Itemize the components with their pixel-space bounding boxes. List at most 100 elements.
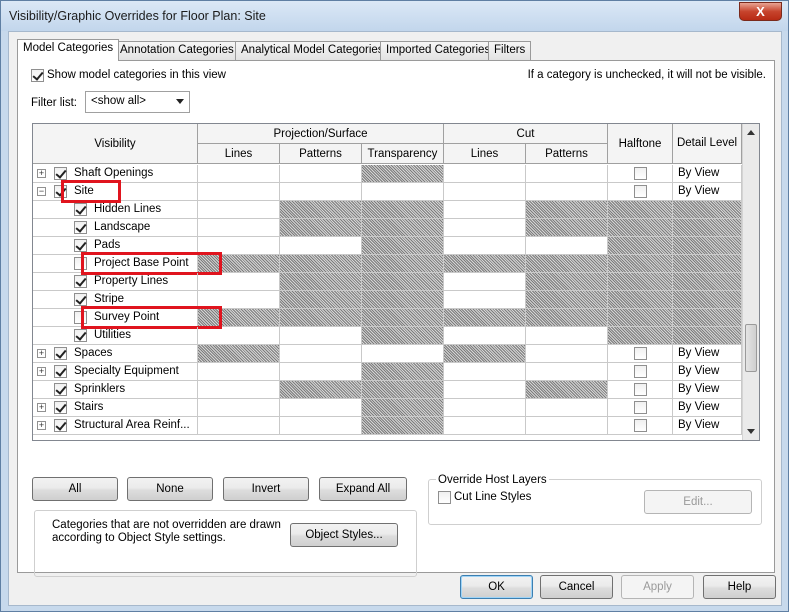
override-cell[interactable] — [444, 363, 526, 381]
override-cell[interactable] — [526, 165, 608, 183]
none-button[interactable]: None — [127, 477, 213, 501]
override-cell[interactable] — [444, 219, 526, 237]
category-visibility-checkbox[interactable] — [54, 419, 67, 432]
override-cell[interactable] — [526, 309, 608, 327]
detail-level-cell[interactable]: By View — [673, 165, 742, 183]
override-cell[interactable] — [362, 237, 444, 255]
override-cell[interactable] — [444, 309, 526, 327]
scroll-down-icon[interactable] — [747, 429, 755, 434]
grid-scrollbar[interactable] — [742, 124, 759, 440]
header-visibility[interactable]: Visibility — [33, 124, 198, 164]
override-cell[interactable] — [526, 363, 608, 381]
override-cell[interactable] — [198, 399, 280, 417]
override-cell[interactable] — [362, 255, 444, 273]
override-cell[interactable] — [444, 417, 526, 435]
all-button[interactable]: All — [32, 477, 118, 501]
override-cell[interactable] — [280, 399, 362, 417]
override-cell[interactable] — [444, 291, 526, 309]
override-cell[interactable] — [280, 327, 362, 345]
detail-level-cell[interactable]: By View — [673, 183, 742, 201]
override-cell[interactable] — [280, 255, 362, 273]
override-cell[interactable] — [444, 273, 526, 291]
tab-model-categories[interactable]: Model Categories — [17, 39, 120, 61]
override-cell[interactable] — [280, 273, 362, 291]
object-styles-button[interactable]: Object Styles... — [290, 523, 398, 547]
override-cell[interactable] — [526, 381, 608, 399]
override-cell[interactable] — [280, 363, 362, 381]
override-cell[interactable] — [362, 309, 444, 327]
override-cell[interactable] — [362, 183, 444, 201]
override-cell[interactable] — [526, 399, 608, 417]
override-cell[interactable] — [444, 165, 526, 183]
category-visibility-checkbox[interactable] — [74, 239, 87, 252]
override-cell[interactable] — [280, 291, 362, 309]
override-cell[interactable] — [198, 219, 280, 237]
help-button[interactable]: Help — [703, 575, 776, 599]
override-cell[interactable] — [444, 399, 526, 417]
expand-icon[interactable]: + — [37, 367, 46, 376]
halftone-checkbox[interactable] — [634, 401, 647, 414]
halftone-checkbox[interactable] — [634, 185, 647, 198]
expand-all-button[interactable]: Expand All — [319, 477, 407, 501]
detail-level-cell[interactable] — [673, 327, 742, 345]
override-cell[interactable] — [280, 183, 362, 201]
override-cell[interactable] — [444, 327, 526, 345]
override-cell[interactable] — [198, 345, 280, 363]
override-cell[interactable] — [362, 165, 444, 183]
override-cell[interactable] — [198, 165, 280, 183]
category-visibility-checkbox[interactable] — [54, 401, 67, 414]
override-cell[interactable] — [362, 363, 444, 381]
override-cell[interactable] — [444, 345, 526, 363]
override-cell[interactable] — [362, 417, 444, 435]
detail-level-cell[interactable]: By View — [673, 363, 742, 381]
category-visibility-checkbox[interactable] — [54, 167, 67, 180]
expand-icon[interactable]: + — [37, 421, 46, 430]
override-cell[interactable] — [280, 381, 362, 399]
override-cell[interactable] — [280, 309, 362, 327]
scroll-up-icon[interactable] — [747, 130, 755, 135]
override-cell[interactable] — [198, 273, 280, 291]
halftone-checkbox[interactable] — [634, 167, 647, 180]
halftone-checkbox[interactable] — [634, 383, 647, 396]
override-cell[interactable] — [526, 255, 608, 273]
detail-level-cell[interactable] — [673, 273, 742, 291]
halftone-checkbox[interactable] — [634, 365, 647, 378]
category-visibility-checkbox[interactable] — [74, 293, 87, 306]
category-visibility-checkbox[interactable] — [54, 347, 67, 360]
category-visibility-checkbox[interactable] — [54, 383, 67, 396]
override-cell[interactable] — [444, 255, 526, 273]
detail-level-cell[interactable]: By View — [673, 345, 742, 363]
invert-button[interactable]: Invert — [223, 477, 309, 501]
close-button[interactable]: X — [739, 2, 782, 21]
override-cell[interactable] — [526, 345, 608, 363]
detail-level-cell[interactable]: By View — [673, 399, 742, 417]
override-cell[interactable] — [280, 237, 362, 255]
expand-icon[interactable]: + — [37, 169, 46, 178]
category-visibility-checkbox[interactable] — [54, 365, 67, 378]
override-cell[interactable] — [362, 327, 444, 345]
collapse-icon[interactable]: − — [37, 187, 46, 196]
override-cell[interactable] — [198, 183, 280, 201]
ok-button[interactable]: OK — [460, 575, 533, 599]
override-cell[interactable] — [280, 219, 362, 237]
detail-level-cell[interactable] — [673, 201, 742, 219]
override-cell[interactable] — [198, 327, 280, 345]
scroll-thumb[interactable] — [745, 324, 757, 372]
cancel-button[interactable]: Cancel — [540, 575, 613, 599]
tab-filters[interactable]: Filters — [488, 41, 532, 60]
detail-level-cell[interactable] — [673, 255, 742, 273]
detail-level-cell[interactable] — [673, 219, 742, 237]
override-cell[interactable] — [280, 417, 362, 435]
override-cell[interactable] — [362, 291, 444, 309]
override-cell[interactable] — [198, 417, 280, 435]
override-cell[interactable] — [362, 219, 444, 237]
override-cell[interactable] — [526, 201, 608, 219]
override-cell[interactable] — [198, 201, 280, 219]
override-cell[interactable] — [198, 363, 280, 381]
detail-level-cell[interactable]: By View — [673, 381, 742, 399]
detail-level-cell[interactable] — [673, 237, 742, 255]
tab-annotation-categories[interactable]: Annotation Categories — [114, 41, 240, 60]
filter-list-dropdown[interactable]: <show all> — [85, 91, 190, 113]
category-visibility-checkbox[interactable] — [74, 203, 87, 216]
override-cell[interactable] — [362, 381, 444, 399]
